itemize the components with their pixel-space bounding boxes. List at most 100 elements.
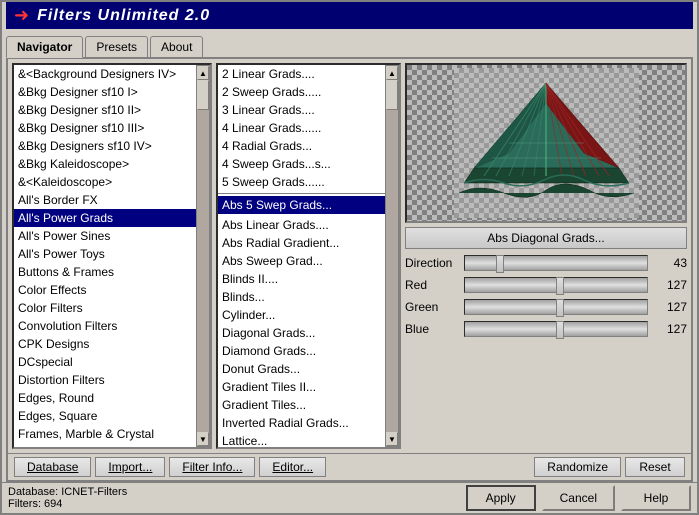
reset-button[interactable]: Reset [625,457,685,477]
middle-list-item[interactable]: 2 Linear Grads.... [218,65,385,83]
slider-track[interactable] [464,321,648,337]
slider-thumb[interactable] [556,321,564,339]
left-list-item[interactable]: Edges, Round [14,389,196,407]
slider-label: Direction [405,256,460,270]
scroll-down-btn[interactable]: ▼ [197,432,209,446]
middle-list-item[interactable]: Diamond Grads... [218,342,385,360]
middle-list-item[interactable]: 4 Radial Grads... [218,137,385,155]
middle-list-item[interactable]: Cylinder... [218,306,385,324]
left-list-item[interactable]: All's Power Grads [14,209,196,227]
middle-list-item[interactable]: 4 Sweep Grads...s... [218,155,385,173]
tabs-area: Navigator Presets About [2,31,697,57]
left-list-item[interactable]: &Bkg Designer sf10 III> [14,119,196,137]
middle-list-item[interactable]: Gradient Tiles II... [218,378,385,396]
left-list[interactable]: &<Background Designers IV>&Bkg Designer … [14,65,196,447]
apply-button[interactable]: Apply [466,485,536,511]
left-list-item[interactable]: All's Power Toys [14,245,196,263]
middle-list-item[interactable]: Gradient Tiles... [218,396,385,414]
slider-track[interactable] [464,255,648,271]
left-list-item[interactable]: &Bkg Designers sf10 IV> [14,137,196,155]
slider-thumb[interactable] [556,277,564,295]
left-list-item[interactable]: All's Power Sines [14,227,196,245]
right-panel: Abs Diagonal Grads... Direction43Red127G… [405,63,687,449]
middle-list[interactable]: 2 Linear Grads....2 Sweep Grads.....3 Li… [218,65,385,447]
cancel-button[interactable]: Cancel [542,485,615,511]
middle-list-item[interactable]: 2 Sweep Grads..... [218,83,385,101]
middle-list-item[interactable]: Abs Sweep Grad... [218,252,385,270]
slider-track[interactable] [464,299,648,315]
editor-button[interactable]: Editor... [259,457,326,477]
slider-thumb[interactable] [556,299,564,317]
left-list-item[interactable]: &Bkg Kaleidoscope> [14,155,196,173]
main-window: ➜ Filters Unlimited 2.0 Navigator Preset… [0,0,699,515]
filter-info-button[interactable]: Filter Info... [169,457,255,477]
middle-list-item[interactable]: Abs 5 Swep Grads... [218,196,385,214]
middle-scroll-up-btn[interactable]: ▲ [386,66,398,80]
left-list-item[interactable]: Color Filters [14,299,196,317]
left-list-container: &<Background Designers IV>&Bkg Designer … [12,63,212,449]
left-list-item[interactable]: Distortion Filters [14,371,196,389]
preview-content [407,65,685,221]
middle-scroll-thumb[interactable] [386,80,398,110]
slider-label: Green [405,300,460,314]
middle-scrollbar[interactable]: ▲ ▼ [385,65,399,447]
scroll-up-btn[interactable]: ▲ [197,66,209,80]
left-list-item[interactable]: Frames, Marble & Crystal [14,425,196,443]
sliders-area: Direction43Red127Green127Blue127 [405,253,687,449]
left-list-item[interactable]: Convolution Filters [14,317,196,335]
scroll-thumb[interactable] [197,80,209,110]
middle-list-item[interactable]: Diagonal Grads... [218,324,385,342]
left-list-item[interactable]: DCspecial [14,353,196,371]
left-scrollbar[interactable]: ▲ ▼ [196,65,210,447]
tab-about[interactable]: About [150,36,203,57]
left-list-item[interactable]: &<Kaleidoscope> [14,173,196,191]
list-separator [218,193,385,194]
middle-list-item[interactable]: Abs Linear Grads.... [218,216,385,234]
database-button[interactable]: Database [14,457,91,477]
left-list-item[interactable]: &Bkg Designer sf10 I> [14,83,196,101]
tab-navigator[interactable]: Navigator [6,36,83,58]
middle-list-item[interactable]: Lattice... [218,432,385,447]
slider-value: 127 [652,278,687,292]
slider-row: Red 127 [405,275,687,295]
middle-list-item[interactable]: 3 Linear Grads.... [218,101,385,119]
left-list-item[interactable]: Color Effects [14,281,196,299]
slider-row: Blue 127 [405,319,687,339]
header-arrow-icon: ➜ [14,5,29,26]
middle-panel: 2 Linear Grads....2 Sweep Grads.....3 Li… [216,63,401,449]
slider-thumb[interactable] [496,255,504,273]
top-section: &<Background Designers IV>&Bkg Designer … [8,59,691,453]
left-list-item[interactable]: CPK Designs [14,335,196,353]
preview-box [405,63,687,223]
middle-list-item[interactable]: 4 Linear Grads...... [218,119,385,137]
left-list-item[interactable]: Buttons & Frames [14,263,196,281]
middle-list-item[interactable]: Abs Radial Gradient... [218,234,385,252]
slider-label: Red [405,278,460,292]
left-list-item[interactable]: &Bkg Designer sf10 II> [14,101,196,119]
preview-svg [454,68,639,218]
left-list-item[interactable]: Frames, Stone & Granite [14,443,196,447]
help-button[interactable]: Help [621,485,691,511]
middle-list-item[interactable]: Blinds... [218,288,385,306]
import-button[interactable]: Import... [95,457,165,477]
filter-name-bar: Abs Diagonal Grads... [405,227,687,249]
left-list-item[interactable]: &<Background Designers IV> [14,65,196,83]
middle-list-item[interactable]: Blinds II.... [218,270,385,288]
tab-presets[interactable]: Presets [85,36,148,57]
slider-value: 127 [652,322,687,336]
header-title: Filters Unlimited 2.0 [37,7,210,25]
left-list-item[interactable]: All's Border FX [14,191,196,209]
bottom-toolbar: Database Import... Filter Info... Editor… [8,453,691,480]
middle-list-item[interactable]: Inverted Radial Grads... [218,414,385,432]
filters-info: Filters: 694 [8,498,462,510]
main-content: &<Background Designers IV>&Bkg Designer … [6,57,693,482]
left-list-item[interactable]: Edges, Square [14,407,196,425]
middle-list-container: 2 Linear Grads....2 Sweep Grads.....3 Li… [216,63,401,449]
randomize-button[interactable]: Randomize [534,457,621,477]
middle-list-item[interactable]: Donut Grads... [218,360,385,378]
middle-list-item[interactable]: 5 Sweep Grads...... [218,173,385,191]
middle-scroll-down-btn[interactable]: ▼ [386,432,398,446]
slider-label: Blue [405,322,460,336]
scroll-track [197,80,209,432]
slider-track[interactable] [464,277,648,293]
